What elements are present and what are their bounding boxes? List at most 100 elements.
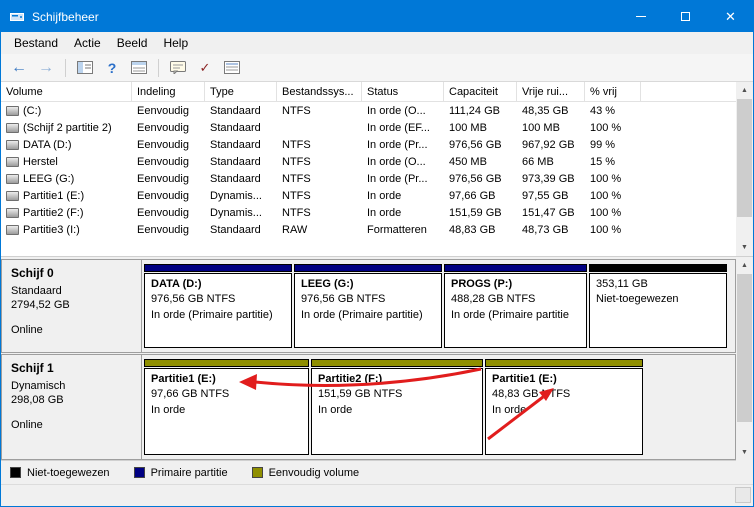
partition-data-d[interactable]: DATA (D:) 976,56 GB NTFS In orde (Primai… (144, 264, 292, 348)
cell-fs: NTFS (282, 155, 311, 168)
column-header-indeling[interactable]: Indeling (132, 82, 205, 102)
table-row-schijf2-partitie2[interactable]: (Schijf 2 partitie 2) Eenvoudig Standaar… (1, 119, 736, 136)
partition-color-bar (144, 264, 292, 272)
table-row-herstel[interactable]: Herstel Eenvoudig Standaard NTFS In orde… (1, 153, 736, 170)
partition-partitie2-f[interactable]: Partitie2 (F:) 151,59 GB NTFS In orde (311, 359, 483, 455)
cell-type: Standaard (210, 223, 261, 236)
column-header-volume[interactable]: Volume (1, 82, 132, 102)
status-bar (1, 484, 753, 506)
column-header-vrije-ruimte[interactable]: Vrije rui... (517, 82, 585, 102)
column-header-capaciteit[interactable]: Capaciteit (444, 82, 517, 102)
partition-size: 976,56 GB NTFS (301, 293, 386, 306)
cell-filler (641, 170, 736, 187)
export-list-icon[interactable] (127, 57, 151, 79)
minimize-icon (635, 16, 646, 17)
menu-item-help[interactable]: Help (155, 33, 196, 53)
scroll-thumb[interactable] (737, 274, 752, 422)
cell-capaciteit: 48,83 GB (449, 223, 496, 236)
console-tree-icon[interactable] (73, 57, 97, 79)
menubar: Bestand Actie Beeld Help (1, 32, 753, 54)
partition-progs-p[interactable]: PROGS (P:) 488,28 GB NTFS In orde (Prima… (444, 264, 587, 348)
cell-pct: 100 % (590, 206, 622, 219)
menu-item-actie[interactable]: Actie (66, 33, 109, 53)
table-row-data-d[interactable]: DATA (D:) Eenvoudig Standaard NTFS In or… (1, 136, 736, 153)
scroll-up-icon[interactable]: ▲ (736, 82, 753, 99)
partition-color-bar (144, 359, 309, 367)
partition-unallocated[interactable]: 353,11 GB Niet-toegewezen (589, 264, 727, 348)
disk-size: 298,08 GB (11, 393, 64, 406)
cell-indeling: Eenvoudig (137, 189, 189, 202)
cell-status: Formatteren (367, 223, 427, 236)
table-scrollbar[interactable]: ▲ ▼ (736, 82, 753, 256)
check-icon[interactable]: ✓ (193, 57, 217, 79)
cell-pct: 99 % (590, 138, 616, 151)
column-header-pct-vrij[interactable]: % vrij (585, 82, 641, 102)
minimize-button[interactable] (618, 1, 663, 32)
disk-panel-schijf0[interactable]: Schijf 0 Standaard 2794,52 GB Online (2, 260, 142, 352)
partition-size: 97,66 GB NTFS (151, 388, 230, 401)
column-header-type[interactable]: Type (205, 82, 277, 102)
cell-vrij: 48,73 GB (522, 223, 569, 236)
scroll-down-icon[interactable]: ▼ (736, 444, 753, 461)
cell-fs: NTFS (282, 104, 311, 117)
dialog-icon[interactable] (166, 57, 190, 79)
properties-list-icon[interactable] (220, 57, 244, 79)
scroll-up-icon[interactable]: ▲ (736, 257, 753, 274)
cell-capaciteit: 151,59 GB (449, 206, 502, 219)
partition-size: 488,28 GB NTFS (451, 293, 536, 306)
back-icon[interactable]: ← (7, 57, 31, 79)
maximize-button[interactable] (663, 1, 708, 32)
partition-partitie1-e-duplicate[interactable]: Partitie1 (E:) 48,83 GB NTFS In orde (485, 359, 643, 455)
resize-corner[interactable] (735, 487, 751, 503)
disk-view-scrollbar[interactable]: ▲ ▼ (736, 257, 753, 461)
partition-color-bar (444, 264, 587, 272)
volume-icon (6, 105, 19, 116)
cell-volume: Partitie2 (F:) (1, 204, 132, 221)
disk-panel-schijf1[interactable]: Schijf 1 Dynamisch 298,08 GB Online (2, 355, 142, 459)
scroll-down-icon[interactable]: ▼ (736, 239, 753, 256)
disk-status: Online (11, 324, 43, 337)
table-row-partitie1-e[interactable]: Partitie1 (E:) Eenvoudig Dynamis... NTFS… (1, 187, 736, 204)
help-icon[interactable]: ? (100, 57, 124, 79)
table-row-c[interactable]: (C:) Eenvoudig Standaard NTFS In orde (O… (1, 102, 736, 119)
cell-status: In orde (367, 206, 402, 219)
column-header-filler (641, 82, 736, 102)
cell-pct: 100 % (590, 172, 622, 185)
cell-capaciteit: 111,24 GB (449, 104, 500, 117)
partition-partitie1-e[interactable]: Partitie1 (E:) 97,66 GB NTFS In orde (144, 359, 309, 455)
table-row-partitie3-i[interactable]: Partitie3 (I:) Eenvoudig Standaard RAW F… (1, 221, 736, 238)
legend-swatch (133, 467, 145, 478)
toolbar: ← → ? ✓ (1, 54, 753, 82)
volume-icon (6, 139, 19, 150)
menu-item-beeld[interactable]: Beeld (109, 33, 156, 53)
close-button[interactable]: ✕ (708, 1, 753, 32)
table-row-partitie2-f[interactable]: Partitie2 (F:) Eenvoudig Dynamis... NTFS… (1, 204, 736, 221)
cell-fs (277, 119, 362, 136)
legend-swatch (251, 467, 263, 478)
menu-item-bestand[interactable]: Bestand (6, 33, 66, 53)
column-header-bestandssysteem[interactable]: Bestandssys... (277, 82, 362, 102)
column-header-status[interactable]: Status (362, 82, 444, 102)
cell-vrij: 151,47 GB (522, 206, 575, 219)
scroll-thumb[interactable] (737, 99, 752, 217)
cell-type: Standaard (210, 138, 261, 151)
cell-type: Standaard (210, 104, 261, 117)
cell-status: In orde (367, 189, 402, 202)
legend-swatch (10, 467, 21, 478)
disk-type: Dynamisch (11, 379, 66, 392)
cell-filler (641, 221, 736, 238)
partition-color-bar (294, 264, 442, 272)
disk-name: Schijf 1 (11, 361, 54, 375)
table-row-leeg-g[interactable]: LEEG (G:) Eenvoudig Standaard NTFS In or… (1, 170, 736, 187)
volume-icon (6, 190, 19, 201)
cell-pct: 100 % (590, 121, 622, 134)
partition-leeg-g[interactable]: LEEG (G:) 976,56 GB NTFS In orde (Primai… (294, 264, 442, 348)
cell-capaciteit: 976,56 GB (449, 138, 502, 151)
forward-icon[interactable]: → (34, 57, 58, 79)
cell-volume: Partitie1 (E:) (1, 187, 132, 204)
disk-row-schijf1: Schijf 1 Dynamisch 298,08 GB Online Part… (1, 354, 736, 460)
partition-label: DATA (D:) (151, 278, 202, 290)
cell-pct: 100 % (590, 189, 622, 202)
cell-fs: NTFS (282, 206, 311, 219)
partition-status: In orde (Primaire partitie) (301, 308, 423, 321)
